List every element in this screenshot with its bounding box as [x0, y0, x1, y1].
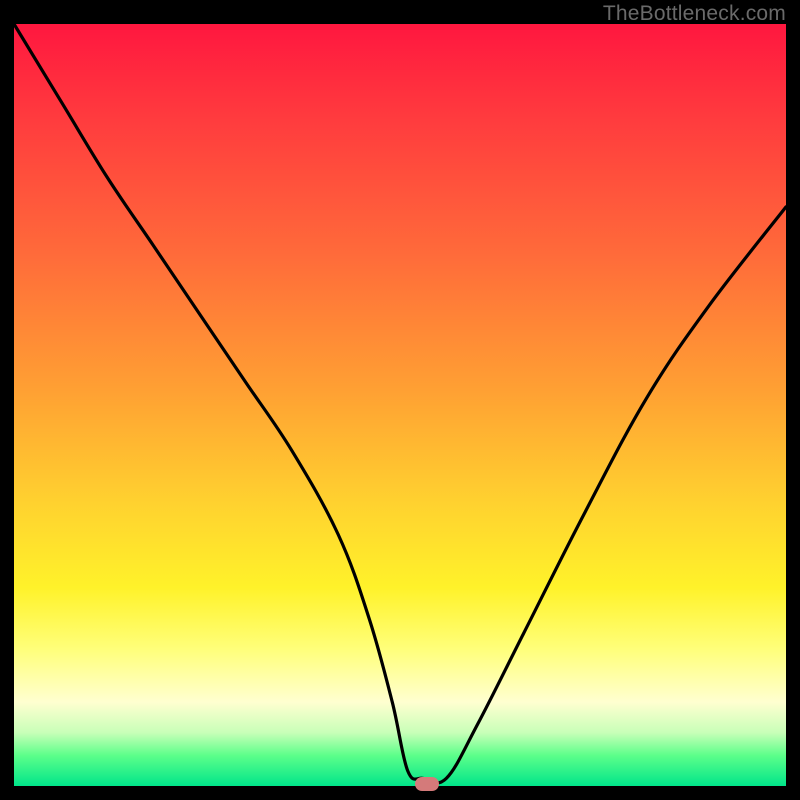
optimum-marker: [415, 777, 439, 791]
bottleneck-curve: [14, 24, 786, 786]
watermark-text: TheBottleneck.com: [603, 2, 786, 26]
chart-frame: [14, 24, 786, 786]
